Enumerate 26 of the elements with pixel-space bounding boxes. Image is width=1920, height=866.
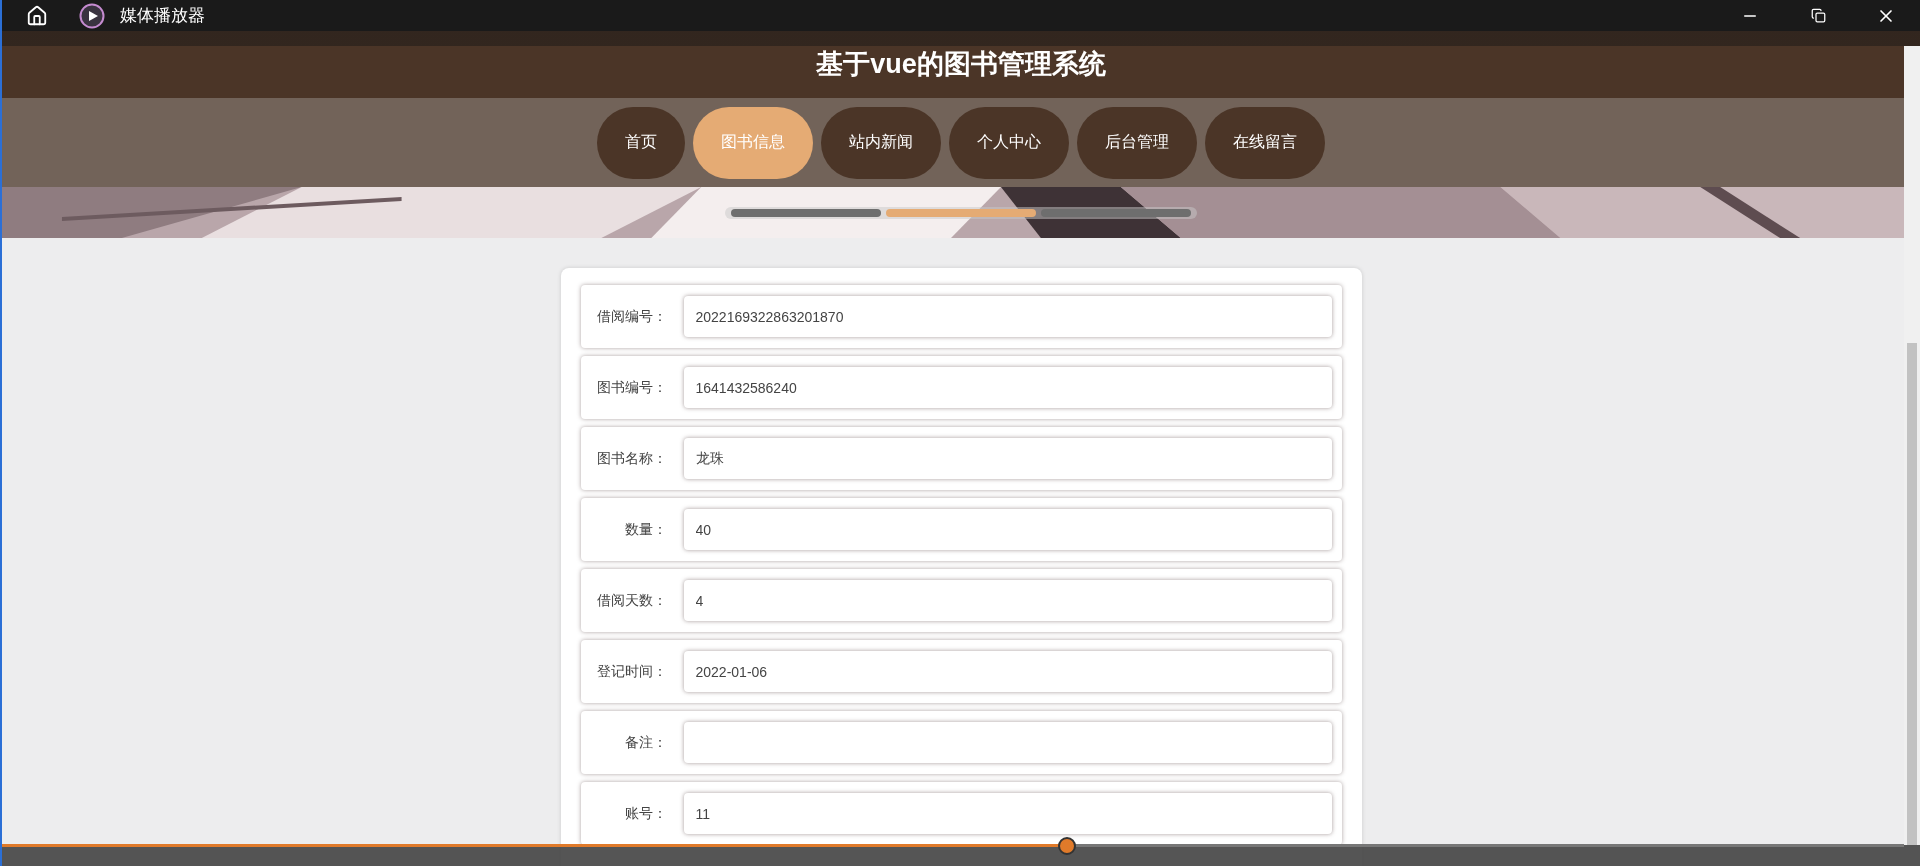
window-title: 媒体播放器: [120, 5, 205, 27]
input-field[interactable]: 2022169322863201870: [683, 296, 1332, 337]
nav-tab[interactable]: 后台管理: [1077, 106, 1197, 179]
nav-tab[interactable]: 首页: [597, 106, 685, 179]
nav-tab[interactable]: 在线留言: [1205, 106, 1325, 179]
field-label: 备注：: [623, 733, 667, 752]
input-field[interactable]: 龙珠: [683, 438, 1332, 479]
nav-tab[interactable]: 站内新闻: [821, 106, 941, 179]
field-label: 登记时间：: [595, 662, 667, 681]
field-label: 借阅编号：: [595, 307, 667, 326]
input-field[interactable]: 4: [683, 580, 1332, 621]
input-field[interactable]: [683, 722, 1332, 763]
field-label: 图书编号：: [595, 378, 667, 397]
input-field[interactable]: 1641432586240: [683, 367, 1332, 408]
seek-thumb[interactable]: [1058, 837, 1077, 855]
nav-tab[interactable]: 个人中心: [949, 106, 1069, 179]
play-logo-icon: [79, 2, 105, 29]
site-title: 基于vue的图书管理系统: [816, 48, 1106, 81]
input-field[interactable]: 11: [683, 793, 1332, 834]
field-label: 借阅天数：: [595, 591, 667, 610]
input-field[interactable]: 40: [683, 509, 1332, 550]
field-label: 数量：: [623, 520, 667, 539]
scrollbar[interactable]: [1904, 46, 1920, 845]
field-label: 账号：: [623, 804, 667, 823]
input-field[interactable]: 2022-01-06: [683, 651, 1332, 692]
field-label: 图书名称：: [595, 449, 667, 468]
